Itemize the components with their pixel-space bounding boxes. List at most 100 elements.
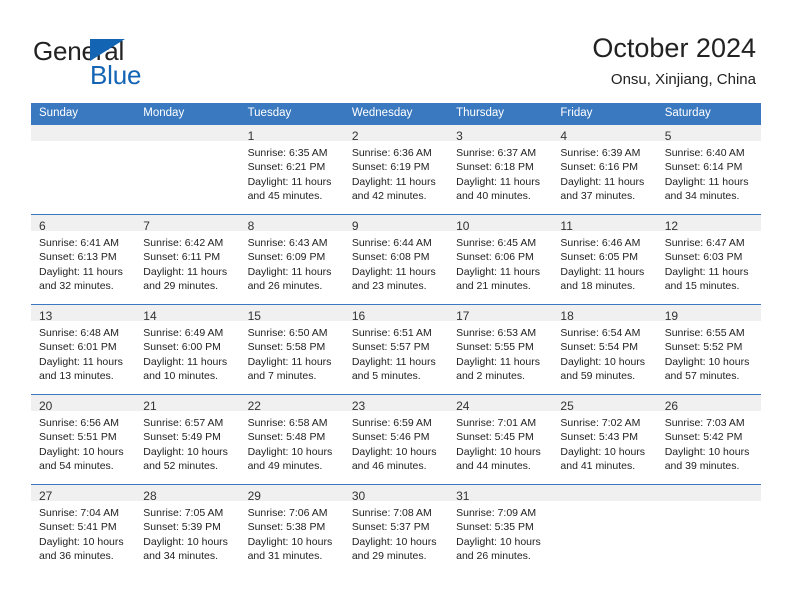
sunrise-text: Sunrise: 6:53 AM bbox=[456, 327, 537, 339]
calendar-day-cell[interactable]: 25 Sunrise: 7:02 AM Sunset: 5:43 PM Dayligh… bbox=[552, 394, 657, 485]
sunrise-text: Sunrise: 6:45 AM bbox=[456, 237, 537, 249]
day-number: 17 bbox=[448, 305, 553, 323]
calendar-day-cell[interactable]: 28 Sunrise: 7:05 AM Sunset: 5:39 PM Dayligh… bbox=[135, 484, 240, 575]
calendar-week-row: 13 Sunrise: 6:48 AM Sunset: 6:01 PM Dayligh… bbox=[31, 304, 761, 395]
day-number: 24 bbox=[448, 395, 553, 413]
sunset-text: Sunset: 5:46 PM bbox=[351, 431, 430, 444]
day-number: 31 bbox=[448, 485, 553, 503]
page-subtitle: Onsu, Xinjiang, China bbox=[610, 71, 756, 88]
day-details: Sunrise: 7:03 AM Sunset: 5:42 PM Daylight:… bbox=[657, 411, 761, 474]
sunset-text: Sunset: 6:11 PM bbox=[143, 251, 221, 264]
calendar-day-cell[interactable]: 18 Sunrise: 6:54 AM Sunset: 5:54 PM Dayligh… bbox=[552, 304, 657, 395]
daylight-text: Daylight: 11 hours and 23 minutes. bbox=[351, 265, 436, 293]
calendar-day-cell[interactable]: 9 Sunrise: 6:44 AM Sunset: 6:08 PM Daylight… bbox=[343, 214, 449, 305]
calendar-week-row: 6 Sunrise: 6:41 AM Sunset: 6:13 PM Daylight… bbox=[31, 214, 761, 305]
calendar-day-cell[interactable]: 21 Sunrise: 6:57 AM Sunset: 5:49 PM Dayligh… bbox=[135, 394, 240, 485]
day-number: 28 bbox=[135, 485, 240, 503]
daylight-text: Daylight: 11 hours and 10 minutes. bbox=[143, 355, 228, 383]
day-number: 2 bbox=[343, 125, 449, 143]
daylight-text: Daylight: 10 hours and 59 minutes. bbox=[560, 355, 646, 383]
calendar-day-cell[interactable]: 4 Sunrise: 6:39 AM Sunset: 6:16 PM Daylight… bbox=[552, 124, 657, 215]
day-details: Sunrise: 6:39 AM Sunset: 6:16 PM Daylight:… bbox=[552, 141, 656, 204]
day-details: Sunrise: 6:50 AM Sunset: 5:58 PM Daylight:… bbox=[240, 321, 344, 384]
daylight-text: Daylight: 10 hours and 39 minutes. bbox=[664, 445, 750, 473]
calendar-day-cell[interactable]: 6 Sunrise: 6:41 AM Sunset: 6:13 PM Daylight… bbox=[31, 214, 136, 305]
calendar-day-cell[interactable]: 24 Sunrise: 7:01 AM Sunset: 5:45 PM Dayligh… bbox=[448, 394, 553, 485]
calendar-day-cell[interactable]: 12 Sunrise: 6:47 AM Sunset: 6:03 PM Dayligh… bbox=[656, 214, 761, 305]
sunrise-text: Sunrise: 6:44 AM bbox=[351, 237, 432, 249]
sunset-text: Sunset: 5:38 PM bbox=[247, 521, 326, 534]
sunrise-text: Sunrise: 7:02 AM bbox=[560, 417, 641, 429]
sunrise-text: Sunrise: 6:35 AM bbox=[247, 147, 328, 159]
daylight-text: Daylight: 10 hours and 49 minutes. bbox=[247, 445, 333, 473]
calendar-header-row: Sunday Monday Tuesday Wednesday Thursday… bbox=[31, 103, 761, 125]
calendar-day-cell[interactable]: 5 Sunrise: 6:40 AM Sunset: 6:14 PM Daylight… bbox=[656, 124, 761, 215]
calendar-day-cell[interactable]: 14 Sunrise: 6:49 AM Sunset: 6:00 PM Dayligh… bbox=[135, 304, 240, 395]
calendar-day-cell-empty bbox=[135, 124, 240, 215]
day-number bbox=[135, 125, 240, 141]
sunrise-text: Sunrise: 6:51 AM bbox=[351, 327, 432, 339]
sunset-text: Sunset: 5:37 PM bbox=[351, 521, 430, 534]
daylight-text: Daylight: 11 hours and 32 minutes. bbox=[39, 265, 123, 293]
calendar-day-cell[interactable]: 27 Sunrise: 7:04 AM Sunset: 5:41 PM Dayligh… bbox=[31, 484, 136, 575]
calendar-grid: Sunday Monday Tuesday Wednesday Thursday… bbox=[31, 103, 761, 575]
day-details: Sunrise: 6:51 AM Sunset: 5:57 PM Daylight:… bbox=[344, 321, 448, 384]
sunset-text: Sunset: 6:16 PM bbox=[560, 161, 639, 174]
calendar-day-cell[interactable]: 8 Sunrise: 6:43 AM Sunset: 6:09 PM Daylight… bbox=[239, 214, 344, 305]
day-details: Sunrise: 6:43 AM Sunset: 6:09 PM Daylight:… bbox=[240, 231, 344, 294]
day-number bbox=[552, 485, 657, 501]
day-number: 16 bbox=[343, 305, 449, 323]
day-details: Sunrise: 7:05 AM Sunset: 5:39 PM Daylight:… bbox=[135, 501, 239, 564]
calendar-day-cell[interactable]: 1 Sunrise: 6:35 AM Sunset: 6:21 PM Daylight… bbox=[239, 124, 344, 215]
day-details: Sunrise: 6:42 AM Sunset: 6:11 PM Daylight:… bbox=[135, 231, 239, 294]
sunrise-text: Sunrise: 6:56 AM bbox=[39, 417, 119, 429]
day-details: Sunrise: 6:35 AM Sunset: 6:21 PM Daylight:… bbox=[240, 141, 344, 204]
calendar-day-cell[interactable]: 17 Sunrise: 6:53 AM Sunset: 5:55 PM Dayligh… bbox=[448, 304, 553, 395]
day-number: 1 bbox=[239, 125, 344, 143]
sunrise-text: Sunrise: 6:39 AM bbox=[560, 147, 641, 159]
daylight-text: Daylight: 11 hours and 40 minutes. bbox=[456, 175, 540, 203]
brand-logo: General Blue bbox=[33, 36, 253, 92]
calendar-day-cell[interactable]: 15 Sunrise: 6:50 AM Sunset: 5:58 PM Dayligh… bbox=[239, 304, 344, 395]
calendar-day-cell[interactable]: 20 Sunrise: 6:56 AM Sunset: 5:51 PM Dayligh… bbox=[31, 394, 136, 485]
calendar-day-cell[interactable]: 22 Sunrise: 6:58 AM Sunset: 5:48 PM Dayligh… bbox=[239, 394, 344, 485]
day-number: 13 bbox=[31, 305, 136, 323]
day-number: 27 bbox=[31, 485, 136, 503]
day-number: 15 bbox=[239, 305, 344, 323]
sunrise-text: Sunrise: 7:05 AM bbox=[143, 507, 224, 519]
calendar-day-cell[interactable]: 19 Sunrise: 6:55 AM Sunset: 5:52 PM Dayligh… bbox=[656, 304, 761, 395]
day-number: 11 bbox=[552, 215, 657, 233]
daylight-text: Daylight: 10 hours and 57 minutes. bbox=[664, 355, 750, 383]
day-number: 25 bbox=[552, 395, 657, 413]
weekday-header-monday: Monday bbox=[135, 103, 240, 125]
daylight-text: Daylight: 10 hours and 54 minutes. bbox=[39, 445, 124, 473]
sunset-text: Sunset: 5:49 PM bbox=[143, 431, 221, 444]
daylight-text: Daylight: 11 hours and 5 minutes. bbox=[351, 355, 436, 383]
sunrise-text: Sunrise: 6:54 AM bbox=[560, 327, 641, 339]
daylight-text: Daylight: 11 hours and 18 minutes. bbox=[560, 265, 645, 293]
day-number: 9 bbox=[343, 215, 449, 233]
calendar-day-cell[interactable]: 16 Sunrise: 6:51 AM Sunset: 5:57 PM Dayligh… bbox=[343, 304, 449, 395]
day-number: 3 bbox=[448, 125, 553, 143]
calendar-day-cell[interactable]: 3 Sunrise: 6:37 AM Sunset: 6:18 PM Daylight… bbox=[448, 124, 553, 215]
calendar-day-cell[interactable]: 7 Sunrise: 6:42 AM Sunset: 6:11 PM Daylight… bbox=[135, 214, 240, 305]
sunset-text: Sunset: 6:01 PM bbox=[39, 341, 117, 354]
calendar-day-cell[interactable]: 2 Sunrise: 6:36 AM Sunset: 6:19 PM Daylight… bbox=[343, 124, 449, 215]
day-number: 30 bbox=[343, 485, 449, 503]
daylight-text: Daylight: 10 hours and 31 minutes. bbox=[247, 535, 333, 563]
calendar-day-cell[interactable]: 29 Sunrise: 7:06 AM Sunset: 5:38 PM Dayligh… bbox=[239, 484, 344, 575]
daylight-text: Daylight: 10 hours and 36 minutes. bbox=[39, 535, 124, 563]
sunset-text: Sunset: 5:48 PM bbox=[247, 431, 326, 444]
calendar-day-cell[interactable]: 23 Sunrise: 6:59 AM Sunset: 5:46 PM Dayligh… bbox=[343, 394, 449, 485]
calendar-day-cell[interactable]: 31 Sunrise: 7:09 AM Sunset: 5:35 PM Dayligh… bbox=[448, 484, 553, 575]
weekday-header-sunday: Sunday bbox=[31, 103, 136, 125]
sunrise-text: Sunrise: 6:48 AM bbox=[39, 327, 119, 339]
calendar-day-cell[interactable]: 11 Sunrise: 6:46 AM Sunset: 6:05 PM Dayligh… bbox=[552, 214, 657, 305]
calendar-day-cell[interactable]: 30 Sunrise: 7:08 AM Sunset: 5:37 PM Dayligh… bbox=[343, 484, 449, 575]
calendar-day-cell[interactable]: 13 Sunrise: 6:48 AM Sunset: 6:01 PM Dayligh… bbox=[31, 304, 136, 395]
sunrise-text: Sunrise: 6:59 AM bbox=[351, 417, 432, 429]
calendar-day-cell[interactable]: 26 Sunrise: 7:03 AM Sunset: 5:42 PM Dayligh… bbox=[656, 394, 761, 485]
sunset-text: Sunset: 6:03 PM bbox=[664, 251, 743, 264]
calendar-day-cell[interactable]: 10 Sunrise: 6:45 AM Sunset: 6:06 PM Dayligh… bbox=[448, 214, 553, 305]
day-number: 8 bbox=[239, 215, 344, 233]
